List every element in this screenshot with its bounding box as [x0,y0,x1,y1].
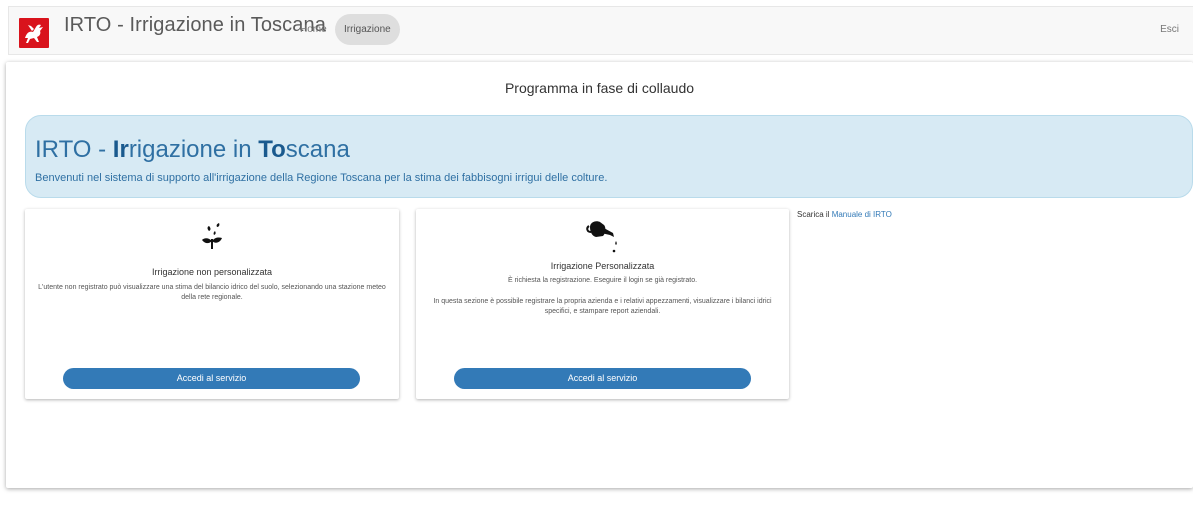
card-registration-text: È richiesta la registrazione. Eseguire i… [507,277,698,284]
testing-notice: Programma in fase di collaudo [504,80,695,96]
seedling-icon [202,223,222,249]
card-non-personalizzata: Irrigazione non personalizzata L'utente … [25,209,399,399]
nav-irrigazione[interactable]: Irrigazione [335,14,400,45]
tuscany-pegasus-logo-icon[interactable] [19,18,49,48]
download-manual: Scarica il Manuale di IRTO [797,210,892,219]
card-description: In questa sezione è possibile registrare… [433,298,772,315]
title-bold-to: To [258,136,286,163]
title-prefix: IRTO - [35,136,113,163]
brand-title[interactable]: IRTO - Irrigazione in Toscana [64,14,326,37]
welcome-jumbotron: IRTO - Irrigazione in Toscana Benvenuti … [25,115,1193,198]
title-bold-ir: Ir [112,136,129,163]
card-description: L'utente non registrato può visualizzare… [38,284,386,301]
logout-link[interactable]: Esci [1160,14,1179,45]
main-panel: Programma in fase di collaudo IRTO - Irr… [6,62,1193,488]
watering-can-icon [585,221,617,253]
card-title: Irrigazione Personalizzata [550,261,655,271]
nav-home[interactable]: Home [291,14,336,45]
manual-link[interactable]: Manuale di IRTO [832,210,892,219]
access-service-button[interactable]: Accedi al servizio [63,368,360,389]
download-prefix: Scarica il [797,210,832,219]
title-mid: rigazione in [128,136,259,163]
card-title: Irrigazione non personalizzata [151,267,273,277]
jumbotron-title: IRTO - Irrigazione in Toscana [35,136,350,164]
jumbotron-subtitle: Benvenuti nel sistema di supporto all'ir… [35,172,608,184]
top-navbar: IRTO - Irrigazione in Toscana Home Irrig… [8,6,1193,55]
access-service-button[interactable]: Accedi al servizio [454,368,751,389]
title-suffix: scana [285,136,350,163]
card-personalizzata: Irrigazione Personalizzata È richiesta l… [416,209,789,399]
